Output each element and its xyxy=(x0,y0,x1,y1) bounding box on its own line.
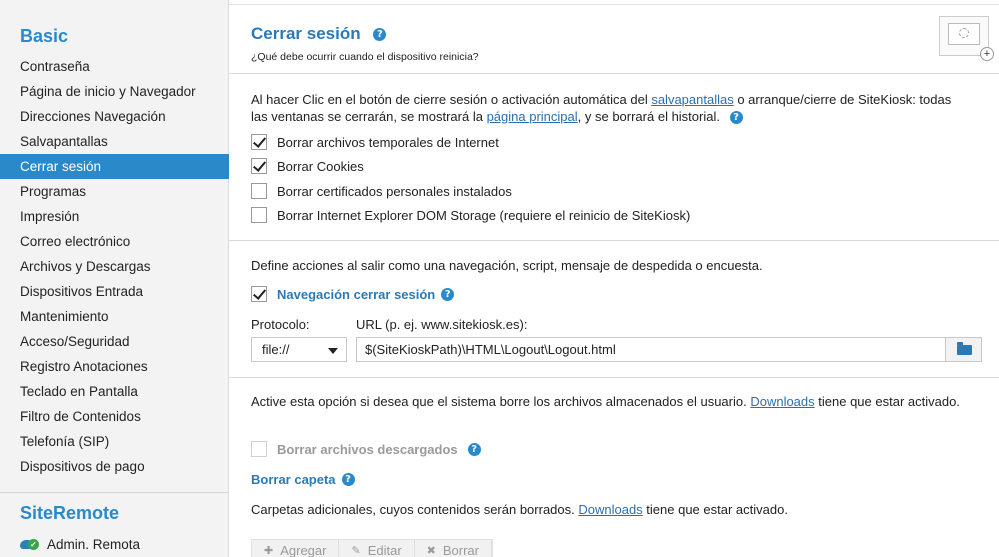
sidebar: Basic Contraseña Página de inicio y Nave… xyxy=(0,0,229,557)
checkbox-label: Borrar archivos descargados xyxy=(277,441,458,457)
browse-button[interactable] xyxy=(945,337,982,362)
option-certificates[interactable]: Borrar certificados personales instalado… xyxy=(251,181,512,201)
delete-button[interactable]: ✖ Borrar xyxy=(415,540,492,557)
text: tiene que estar activado. xyxy=(642,502,788,517)
divider xyxy=(229,240,999,241)
sidebar-item-acceso[interactable]: Acceso/Seguridad xyxy=(0,329,229,354)
chevron-down-icon xyxy=(328,348,338,354)
sidebar-item-teclado[interactable]: Teclado en Pantalla xyxy=(0,379,229,404)
sidebar-item-impresion[interactable]: Impresión xyxy=(0,204,229,229)
sidebar-item-archivos[interactable]: Archivos y Descargas xyxy=(0,254,229,279)
section3-description: Active esta opción si desea que el siste… xyxy=(251,393,971,410)
sidebar-item-pagina-inicio[interactable]: Página de inicio y Navegador xyxy=(0,79,229,104)
main-content: Cerrar sesión ? ¿Qué debe ocurrir cuando… xyxy=(229,0,999,557)
protocol-value: file:// xyxy=(262,342,290,357)
sidebar-item-telefonia[interactable]: Telefonía (SIP) xyxy=(0,429,229,454)
pencil-icon: ✎ xyxy=(351,543,361,557)
option-dom-storage[interactable]: Borrar Internet Explorer DOM Storage (re… xyxy=(251,205,690,225)
checkbox-label: Navegación cerrar sesión xyxy=(277,286,436,302)
sidebar-item-registro[interactable]: Registro Anotaciones xyxy=(0,354,229,379)
preview-thumbnail[interactable]: + xyxy=(939,16,994,61)
link-pagina-principal[interactable]: página principal xyxy=(487,109,578,124)
divider xyxy=(229,73,999,74)
sidebar-item-mantenimiento[interactable]: Mantenimiento xyxy=(0,304,229,329)
link-downloads-2[interactable]: Downloads xyxy=(578,502,642,517)
button-label: Borrar xyxy=(442,542,479,557)
thumbnail-spinner xyxy=(959,28,969,38)
help-icon[interactable]: ? xyxy=(467,442,481,456)
sidebar-item-salvapantallas[interactable]: Salvapantallas xyxy=(0,129,229,154)
checkbox-label: Borrar archivos temporales de Internet xyxy=(277,134,499,150)
delete-folder-heading: Borrar capeta ? xyxy=(251,469,355,489)
folders-description: Carpetas adicionales, cuyos contenidos s… xyxy=(251,501,971,518)
option-nav-logout[interactable]: Navegación cerrar sesión ? xyxy=(251,284,455,304)
folder-icon xyxy=(957,342,972,355)
section-heading: Borrar capeta xyxy=(251,471,336,487)
protocol-label: Protocolo: xyxy=(251,317,310,332)
top-strip xyxy=(229,0,999,5)
folder-toolbar: ✚ Agregar ✎ Editar ✖ Borrar xyxy=(251,539,493,557)
url-input[interactable] xyxy=(356,337,946,362)
button-label: Agregar xyxy=(280,542,327,557)
add-button[interactable]: ✚ Agregar xyxy=(252,540,340,557)
sidebar-section-basic: Basic xyxy=(20,26,69,46)
link-salvapantallas[interactable]: salvapantallas xyxy=(651,92,733,107)
help-icon[interactable]: ? xyxy=(373,28,387,42)
page-subtitle: ¿Qué debe ocurrir cuando el dispositivo … xyxy=(251,51,479,63)
zoom-plus-icon[interactable]: + xyxy=(980,47,994,61)
edit-button[interactable]: ✎ Editar xyxy=(339,540,415,557)
plus-icon: ✚ xyxy=(264,543,274,557)
text: tiene que estar activado. xyxy=(814,394,960,409)
button-label: Editar xyxy=(367,542,402,557)
page-title: Cerrar sesión ? xyxy=(251,24,387,44)
sidebar-divider xyxy=(0,492,229,493)
sidebar-item-cerrar-sesion[interactable]: Cerrar sesión xyxy=(0,154,229,179)
sidebar-item-dispositivos-pago[interactable]: Dispositivos de pago xyxy=(0,454,229,479)
sidebar-item-contrasena[interactable]: Contraseña xyxy=(0,54,229,79)
help-icon[interactable]: ? xyxy=(341,472,355,486)
checkbox-label: Borrar Cookies xyxy=(277,158,364,174)
link-downloads[interactable]: Downloads xyxy=(750,394,814,409)
close-icon: ✖ xyxy=(426,543,436,557)
checkbox[interactable] xyxy=(251,286,267,302)
sidebar-item-dispositivos-entrada[interactable]: Dispositivos Entrada xyxy=(0,279,229,304)
sidebar-section-siteremote: SiteRemote xyxy=(20,503,120,523)
help-icon[interactable]: ? xyxy=(729,111,743,125)
checkbox[interactable] xyxy=(251,134,267,150)
sidebar-item-filtro[interactable]: Filtro de Contenidos xyxy=(0,404,229,429)
protocol-select[interactable]: file:// xyxy=(251,337,347,362)
text: Carpetas adicionales, cuyos contenidos s… xyxy=(251,502,579,517)
text: Al hacer Clic en el botón de cierre sesi… xyxy=(251,92,652,107)
option-cookies[interactable]: Borrar Cookies xyxy=(251,156,364,176)
sidebar-item-label: Admin. Remota xyxy=(47,536,141,552)
url-label: URL (p. ej. www.sitekiosk.es): xyxy=(356,317,528,332)
option-delete-downloads[interactable]: Borrar archivos descargados ? xyxy=(251,439,481,459)
page-title-text: Cerrar sesión xyxy=(251,24,361,43)
sidebar-item-direcciones[interactable]: Direcciones Navegación xyxy=(0,104,229,129)
sidebar-nav: Contraseña Página de inicio y Navegador … xyxy=(0,54,229,479)
sidebar-item-correo[interactable]: Correo electrónico xyxy=(0,229,229,254)
checkbox-label: Borrar Internet Explorer DOM Storage (re… xyxy=(277,207,691,223)
option-temp-files[interactable]: Borrar archivos temporales de Internet xyxy=(251,132,499,152)
checkbox[interactable] xyxy=(251,158,267,174)
checkbox-label: Borrar certificados personales instalado… xyxy=(277,183,512,199)
section1-description: Al hacer Clic en el botón de cierre sesi… xyxy=(251,91,971,125)
divider xyxy=(229,377,999,378)
section2-description: Define acciones al salir como una navega… xyxy=(251,258,763,273)
checkbox[interactable] xyxy=(251,183,267,199)
text: , y se borrará el historial. xyxy=(577,109,720,124)
sidebar-item-admin-remota[interactable]: ✓ Admin. Remota xyxy=(0,532,140,556)
help-icon[interactable]: ? xyxy=(441,287,455,301)
checkbox[interactable] xyxy=(251,207,267,223)
text: Active esta opción si desea que el siste… xyxy=(251,394,751,409)
sidebar-item-programas[interactable]: Programas xyxy=(0,179,229,204)
cloud-check-icon: ✓ xyxy=(20,537,40,551)
checkbox[interactable] xyxy=(251,441,267,457)
